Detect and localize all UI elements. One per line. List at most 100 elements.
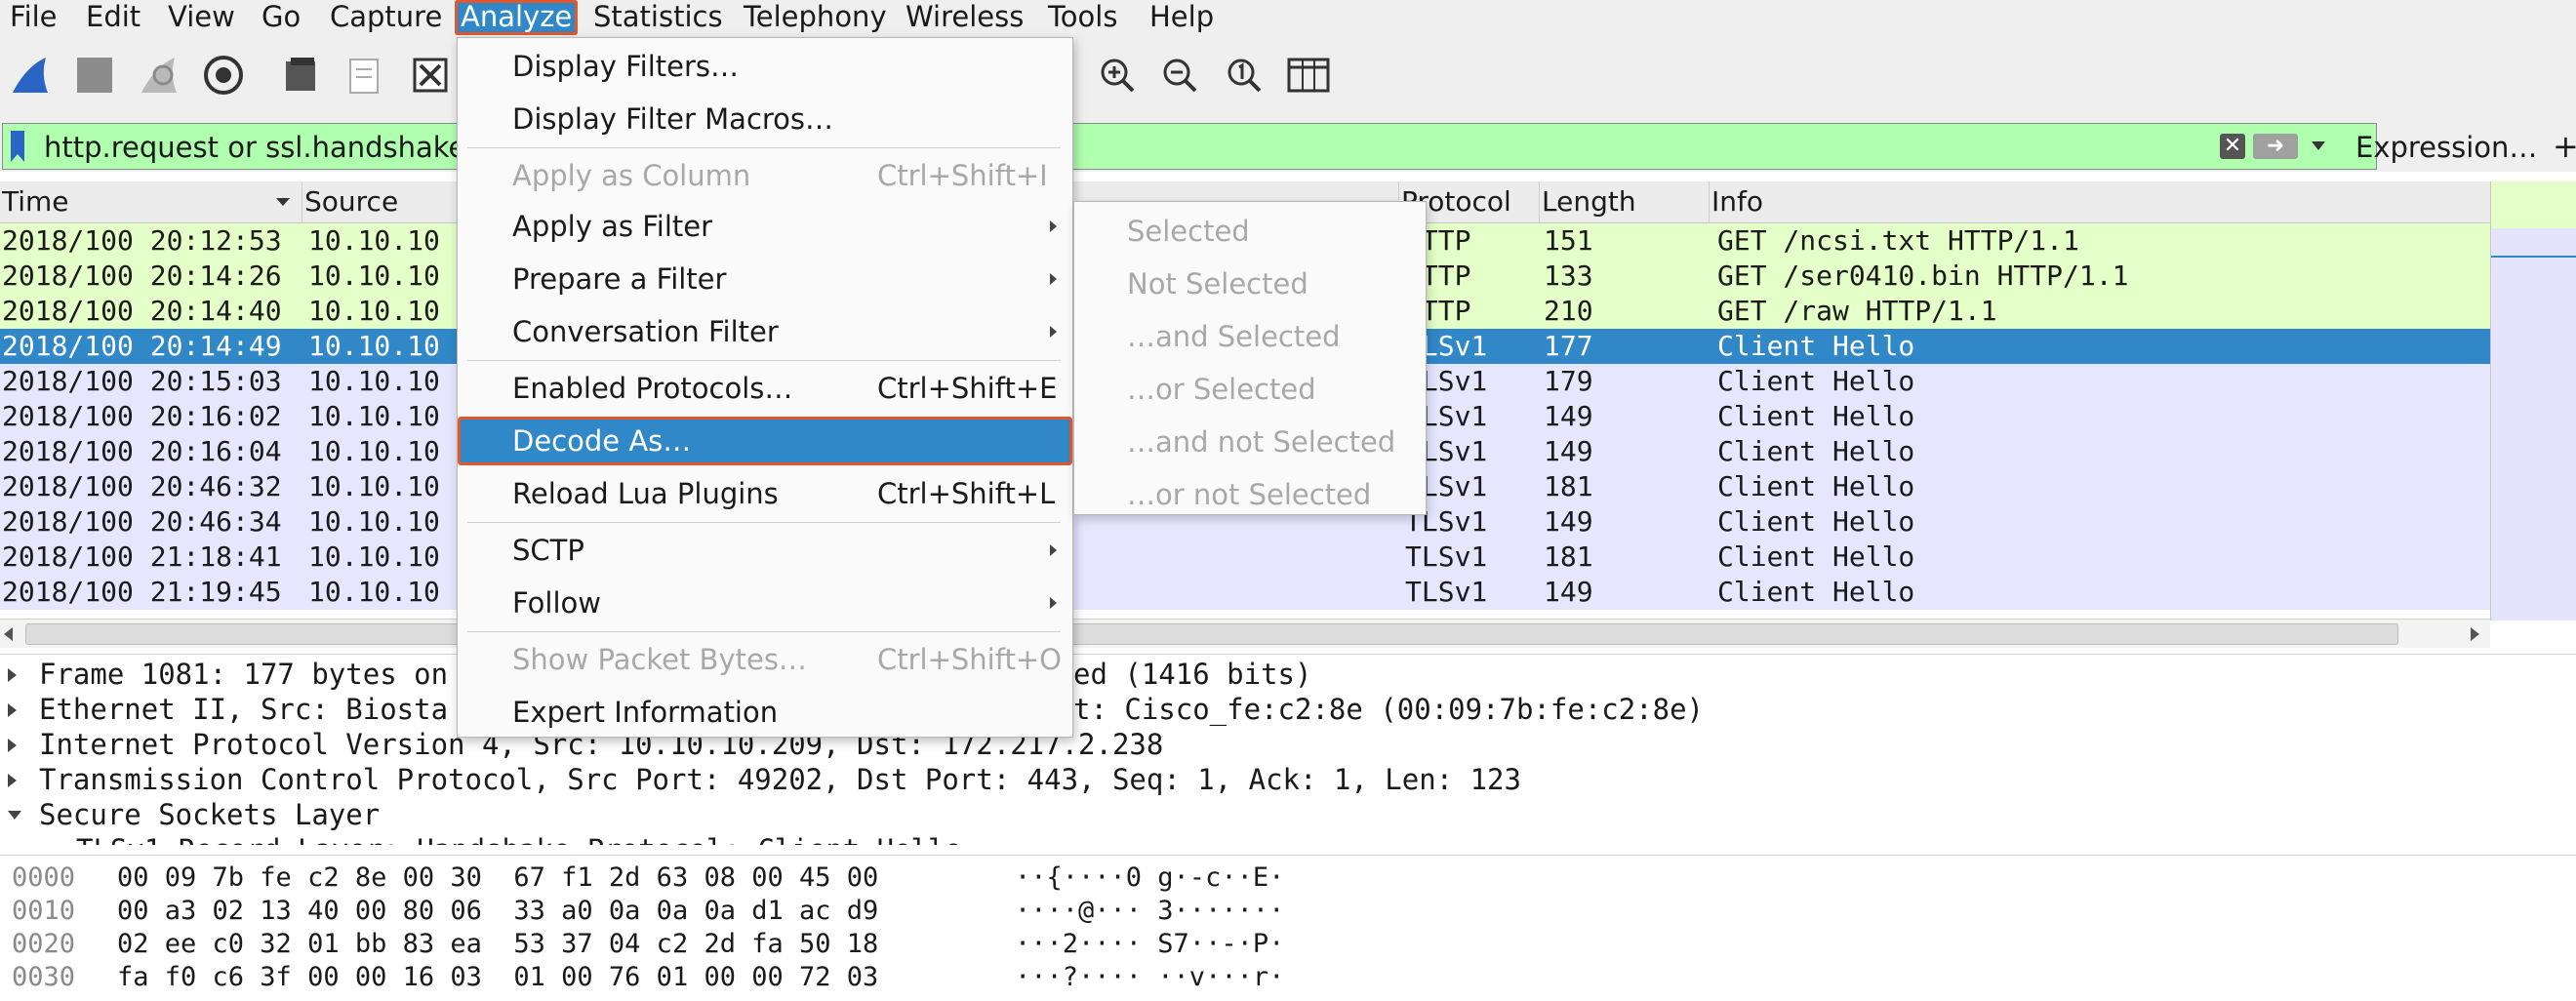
menu-item-prepare-a-filter[interactable]: Prepare a Filter: [460, 255, 1070, 303]
cell-length: 181: [1544, 541, 1593, 573]
expand-arrow-icon[interactable]: [8, 668, 17, 682]
menu-file[interactable]: File: [4, 0, 63, 35]
zoom-normal-icon[interactable]: [1222, 53, 1267, 98]
expression-button[interactable]: Expression…: [2355, 126, 2537, 169]
submenu-arrow-icon: [1050, 273, 1057, 285]
clear-filter-icon[interactable]: ✕: [2220, 134, 2245, 159]
close-file-icon[interactable]: [408, 53, 453, 98]
menu-item-reload-lua-plugins[interactable]: Reload Lua Plugins Ctrl+Shift+L: [460, 469, 1070, 518]
menu-bar: File Edit View Go Capture Analyze Statis…: [0, 0, 2576, 35]
column-header-info[interactable]: Info: [1710, 181, 2490, 222]
cell-source: 10.10.10: [308, 330, 440, 362]
zoom-in-icon[interactable]: [1095, 53, 1140, 98]
resize-columns-icon[interactable]: [1286, 53, 1331, 98]
table-row[interactable]: 2018/100 21:18:41 10.10.10 TLSv1 181 Client …: [0, 540, 2490, 575]
stop-capture-icon[interactable]: [72, 53, 117, 98]
cell-info: Client Hello: [1717, 470, 1915, 502]
expand-arrow-icon[interactable]: [8, 739, 17, 752]
menu-analyze[interactable]: Analyze: [455, 0, 579, 35]
apply-filter-arrow-icon[interactable]: ➜: [2253, 134, 2298, 159]
cell-source: 10.10.10: [308, 470, 440, 502]
menu-wireless[interactable]: Wireless: [900, 0, 1029, 35]
submenu-item-and-selected[interactable]: …and Selected: [1127, 311, 1341, 362]
table-row[interactable]: 2018/100 21:19:45 10.10.10 TLSv1 149 Client …: [0, 575, 2490, 610]
expand-arrow-icon[interactable]: [8, 774, 17, 787]
menu-item-expert-information[interactable]: Expert Information: [460, 688, 1070, 737]
zoom-out-icon[interactable]: [1157, 53, 1202, 98]
scrollbar-thumb[interactable]: [25, 623, 2398, 645]
menu-item-enabled-protocols[interactable]: Enabled Protocols… Ctrl+Shift+E: [460, 364, 1070, 413]
menu-item-show-packet-bytes[interactable]: Show Packet Bytes… Ctrl+Shift+O: [460, 635, 1070, 684]
cell-time: 2018/100 20:14:26: [2, 260, 282, 292]
scroll-right-icon[interactable]: [2471, 627, 2479, 641]
filter-history-dropdown-icon[interactable]: [2312, 141, 2325, 150]
menu-help[interactable]: Help: [1144, 0, 1220, 35]
menu-item-conversation-filter[interactable]: Conversation Filter: [460, 307, 1070, 356]
menu-tools[interactable]: Tools: [1042, 0, 1123, 35]
bookmark-icon[interactable]: [11, 131, 24, 162]
cell-source: 10.10.10: [308, 400, 440, 432]
menu-view[interactable]: View: [162, 0, 241, 35]
detail-row-ip[interactable]: Internet Protocol Version 4, Src: 10.10.…: [0, 727, 2576, 762]
menu-item-display-filter-macros[interactable]: Display Filter Macros…: [460, 95, 1070, 143]
column-header-time[interactable]: Time: [0, 181, 302, 222]
cell-source: 10.10.10: [308, 541, 440, 573]
packet-bytes-pane: 0000 00 09 7b fe c2 8e 00 30 67 f1 2d 63 …: [0, 855, 2576, 1001]
cell-time: 2018/100 20:14:49: [2, 330, 282, 362]
menu-item-apply-as-column[interactable]: Apply as Column Ctrl+Shift+I: [460, 151, 1070, 200]
menu-capture[interactable]: Capture: [324, 0, 448, 35]
minimap-http-band: [2491, 181, 2576, 228]
cell-time: 2018/100 20:12:53: [2, 224, 282, 257]
menu-telephony[interactable]: Telephony: [738, 0, 893, 35]
expand-arrow-icon[interactable]: [8, 703, 17, 717]
detail-row-tcp[interactable]: Transmission Control Protocol, Src Port:…: [0, 762, 2576, 797]
cell-info: GET /raw HTTP/1.1: [1717, 295, 1997, 327]
cell-source: 10.10.10: [308, 435, 440, 467]
cell-info: Client Hello: [1717, 400, 1915, 432]
submenu-item-and-not-selected[interactable]: …and not Selected: [1127, 417, 1395, 467]
shark-fin-start-icon[interactable]: [8, 53, 53, 98]
analyze-menu: Display Filters… Display Filter Macros… …: [457, 37, 1073, 738]
detail-row-ssl[interactable]: Secure Sockets Layer: [0, 797, 2576, 832]
minimap-selected-marker: [2491, 256, 2576, 258]
collapse-arrow-icon[interactable]: [8, 811, 21, 820]
submenu-item-selected[interactable]: Selected: [1127, 206, 1250, 257]
menu-statistics[interactable]: Statistics: [587, 0, 729, 35]
submenu-arrow-icon: [1050, 220, 1057, 232]
submenu-arrow-icon: [1050, 326, 1057, 338]
menu-item-follow[interactable]: Follow: [460, 579, 1070, 627]
open-file-icon[interactable]: [279, 53, 324, 98]
cell-source: 10.10.10: [308, 295, 440, 327]
scroll-left-icon[interactable]: [4, 627, 13, 641]
submenu-item-not-selected[interactable]: Not Selected: [1127, 259, 1308, 309]
detail-row-ethernet[interactable]: Ethernet II, Src: Biosta t: Cisco_fe:c2:8…: [0, 692, 2576, 727]
packet-overview-minimap[interactable]: [2490, 181, 2576, 621]
cell-info: GET /ser0410.bin HTTP/1.1: [1717, 260, 2129, 292]
cell-time: 2018/100 21:19:45: [2, 576, 282, 608]
menu-item-sctp[interactable]: SCTP: [460, 526, 1070, 575]
submenu-item-or-not-selected[interactable]: …or not Selected: [1127, 469, 1371, 520]
cell-time: 2018/100 20:46:34: [2, 505, 282, 538]
detail-row-frame[interactable]: Frame 1081: 177 bytes on ed (1416 bits): [0, 657, 2576, 692]
restart-capture-icon[interactable]: [137, 53, 181, 98]
capture-options-icon[interactable]: [201, 53, 246, 98]
menu-item-display-filters[interactable]: Display Filters…: [460, 42, 1070, 91]
menu-edit[interactable]: Edit: [80, 0, 146, 35]
apply-as-filter-submenu: Selected Not Selected …and Selected …or …: [1073, 201, 1427, 515]
menu-go[interactable]: Go: [256, 0, 306, 35]
cell-length: 181: [1544, 470, 1593, 502]
packet-list-horizontal-scrollbar[interactable]: [0, 619, 2490, 648]
column-header-length[interactable]: Length: [1540, 181, 1710, 222]
submenu-item-or-selected[interactable]: …or Selected: [1127, 364, 1316, 415]
submenu-arrow-icon: [1050, 544, 1057, 556]
display-filter-bar: http.request or ssl.handshake.ty ✕ ➜ Exp…: [0, 123, 2576, 172]
menu-item-apply-as-filter[interactable]: Apply as Filter: [460, 202, 1070, 251]
save-file-icon[interactable]: [342, 53, 386, 98]
detail-row-tls-record[interactable]: TLSv1 Record Layer: Handshake Protocol: …: [0, 832, 2576, 845]
cell-info: Client Hello: [1717, 541, 1915, 573]
cell-source: 10.10.10: [308, 505, 440, 538]
menu-item-decode-as[interactable]: Decode As…: [458, 417, 1072, 465]
cell-protocol: TLSv1: [1405, 541, 1488, 573]
display-filter-input[interactable]: http.request or ssl.handshake.ty ✕ ➜: [2, 123, 2377, 170]
add-filter-button[interactable]: +: [2553, 125, 2576, 168]
